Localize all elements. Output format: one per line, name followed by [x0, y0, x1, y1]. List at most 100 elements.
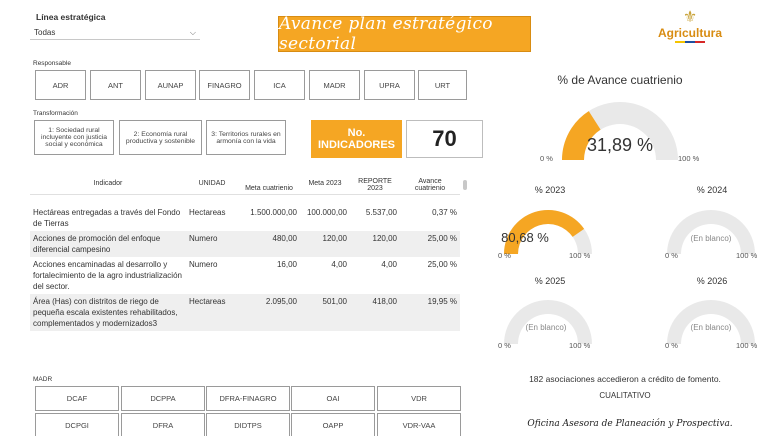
madr-button-vdr[interactable]: VDR	[377, 386, 461, 411]
madr-label: MADR	[33, 376, 53, 383]
col-header-meta-2023[interactable]: Meta 2023	[300, 176, 350, 195]
credito-subtext: CUALITATIVO	[599, 391, 651, 400]
gauge-2024-title: % 2024	[696, 185, 728, 195]
main-gauge-title: % de Avance cuatrienio	[557, 73, 683, 87]
coat-of-arms-icon: ⚜	[682, 9, 698, 26]
table-scrollbar[interactable]	[463, 180, 467, 190]
madr-button-dcpgi[interactable]: DCPGI	[35, 413, 119, 436]
responsable-label: Responsable	[33, 60, 71, 67]
title-banner: Avance plan estratégico sectorial	[278, 14, 531, 54]
gauge-2026-track	[667, 300, 755, 344]
indicator-table-container: Indicador UNIDAD Meta cuatrienio Meta 20…	[30, 176, 460, 370]
madr-button-vdr-vaa[interactable]: VDR-VAA	[377, 413, 461, 436]
madr-button-oai[interactable]: OAI	[291, 386, 375, 411]
madr-button-dcppa[interactable]: DCPPA	[121, 386, 205, 411]
gauge-2023-min: 0 %	[498, 251, 511, 260]
main-gauge-value: 31,89 %	[586, 135, 654, 155]
transformacion-button-2[interactable]: 2: Economía rural productiva y sostenibl…	[119, 120, 202, 155]
table-cell: Numero	[186, 231, 238, 257]
table-cell: Hectareas	[186, 294, 238, 331]
table-cell: 2.095,00	[238, 294, 300, 331]
transformacion-label: Transformación	[33, 110, 78, 117]
col-header-indicador[interactable]: Indicador	[30, 176, 186, 195]
table-cell: Hectareas	[189, 208, 226, 217]
gauge-2025-value: (En blanco)	[525, 323, 567, 332]
table-row[interactable]: Área (Has) con distritos de riego de peq…	[30, 294, 460, 331]
table-cell: 120,00	[350, 231, 400, 257]
table-cell: 100.000,00	[306, 208, 347, 217]
chevron-down-icon: ⌵	[189, 27, 196, 37]
table-cell: 19,95 %	[400, 294, 460, 331]
gauge-2024	[667, 210, 755, 254]
table-cell: Hectáreas entregadas a través del Fondo …	[33, 208, 181, 228]
linea-selected-value: Todas	[34, 28, 56, 37]
madr-button-dfra-finagro[interactable]: DFRA-FINAGRO	[206, 386, 290, 411]
responsable-button-urt[interactable]: URT	[418, 70, 467, 100]
table-cell: 4,00	[381, 260, 397, 269]
flag-bar	[675, 41, 705, 43]
table-cell: 120,00	[300, 231, 350, 257]
transformacion-button-3[interactable]: 3: Territorios rurales en armonía con la…	[206, 120, 286, 155]
gauge-2025-title: % 2025	[534, 276, 566, 286]
responsable-button-upra[interactable]: UPRA	[364, 70, 415, 100]
responsable-button-adr[interactable]: ADR	[35, 70, 86, 100]
table-cell: 501,00	[300, 294, 350, 331]
responsable-button-ant[interactable]: ANT	[90, 70, 141, 100]
responsable-button-ica[interactable]: ICA	[254, 70, 305, 100]
table-cell: 0,37 %	[432, 208, 457, 217]
gauge-2026-value: (En blanco)	[690, 323, 732, 332]
responsable-button-aunap[interactable]: AUNAP	[145, 70, 196, 100]
table-row[interactable]: Hectáreas entregadas a través del Fondo …	[30, 195, 460, 232]
linea-estrategica-slicer: Línea estratégica Todas ⌵	[30, 12, 200, 44]
gauge-2026-min: 0 %	[665, 341, 678, 350]
linea-estrategica-dropdown[interactable]: Todas ⌵	[30, 26, 200, 40]
table-row[interactable]: Acciones encaminadas al desarrollo y for…	[30, 257, 460, 294]
indicator-table: Indicador UNIDAD Meta cuatrienio Meta 20…	[30, 176, 460, 331]
madr-button-dcaf[interactable]: DCAF	[35, 386, 119, 411]
table-header-row: Indicador UNIDAD Meta cuatrienio Meta 20…	[30, 176, 460, 195]
gauge-2025-min: 0 %	[498, 341, 511, 350]
responsable-button-finagro[interactable]: FINAGRO	[199, 70, 250, 100]
gauge-2023-title: % 2023	[534, 185, 566, 195]
col-header-unidad[interactable]: UNIDAD	[186, 176, 238, 195]
gauge-2025-max: 100 %	[569, 341, 591, 350]
table-cell: 5.537,00	[365, 208, 397, 217]
responsable-button-madr[interactable]: MADR	[309, 70, 360, 100]
table-cell: Acciones encaminadas al desarrollo y for…	[33, 260, 182, 291]
gauge-2024-min: 0 %	[665, 251, 678, 260]
linea-estrategica-label: Línea estratégica	[36, 12, 106, 22]
gauge-2023	[504, 210, 592, 254]
gauge-2024-value: (En blanco)	[690, 234, 732, 243]
table-cell: 25,00 %	[400, 231, 460, 257]
col-header-meta-cuatrienio[interactable]: Meta cuatrienio	[238, 176, 300, 195]
gauge-2026-title: % 2026	[696, 276, 728, 286]
table-cell: Numero	[189, 260, 218, 269]
gauge-2024-max: 100 %	[736, 251, 758, 260]
table-cell: 16,00	[276, 260, 297, 269]
gauge-2025-track	[504, 300, 592, 344]
gauge-2026	[667, 300, 755, 344]
indicadores-kpi-value: 70	[406, 120, 483, 158]
footer-note: Oficina Asesora de Planeación y Prospect…	[527, 419, 733, 429]
gauge-2023-value: 80,68 %	[501, 230, 549, 245]
main-gauge-max: 100 %	[678, 154, 700, 163]
banner-title: Avance plan estratégico sectorial	[279, 14, 493, 54]
logo-name: Agricultura	[657, 26, 722, 40]
col-header-reporte-2023[interactable]: REPORTE 2023	[350, 176, 400, 195]
table-cell: 4,00	[331, 260, 347, 269]
table-cell: 1.500.000,00	[250, 208, 297, 217]
table-cell: Acciones de promoción del enfoque difere…	[30, 231, 186, 257]
agricultura-logo: ⚜ Agricultura	[640, 10, 740, 43]
madr-button-oapp[interactable]: OAPP	[291, 413, 375, 436]
table-cell: 480,00	[238, 231, 300, 257]
indicadores-kpi-label: No. INDICADORES	[311, 120, 402, 158]
table-row[interactable]: Acciones de promoción del enfoque difere…	[30, 231, 460, 257]
credito-text: 182 asociaciones accedieron a crédito de…	[529, 374, 721, 384]
transformacion-button-1[interactable]: 1: Sociedad rural incluyente con justici…	[34, 120, 114, 155]
main-gauge-min: 0 %	[540, 154, 553, 163]
gauge-2025	[504, 300, 592, 344]
madr-button-didtps[interactable]: DIDTPS	[206, 413, 290, 436]
gauge-2023-max: 100 %	[569, 251, 591, 260]
col-header-avance-cuatrienio[interactable]: Avance cuatrienio	[400, 176, 460, 195]
madr-button-dfra[interactable]: DFRA	[121, 413, 205, 436]
